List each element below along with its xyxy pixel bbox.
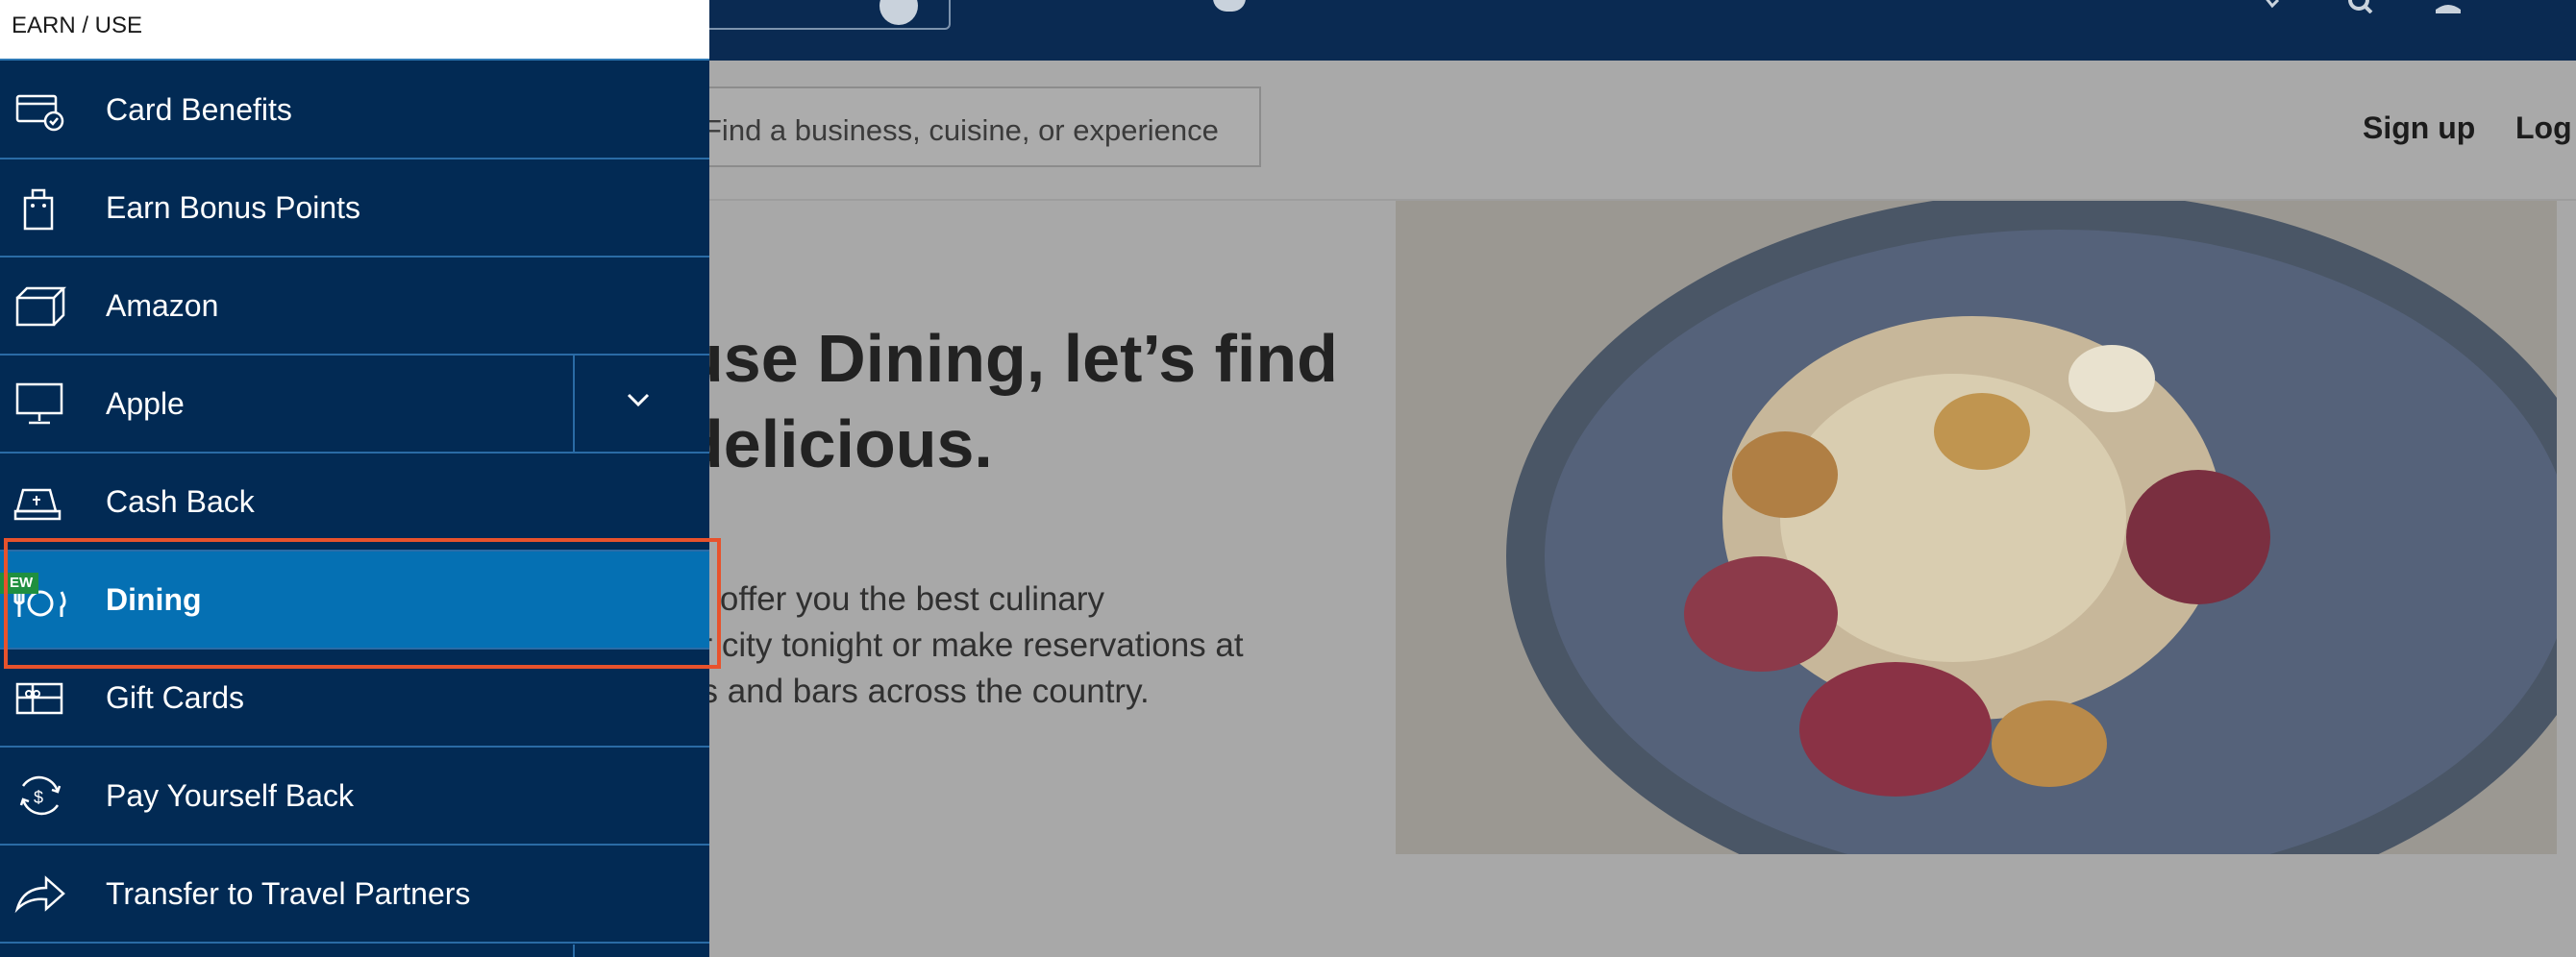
menu-item-apple[interactable]: Apple xyxy=(0,356,709,454)
hero-title: use Dining, let’s find delicious. xyxy=(682,321,1338,481)
cash-register-icon xyxy=(13,488,62,521)
svg-text:$: $ xyxy=(34,788,43,807)
next-item-divider xyxy=(573,945,575,957)
hero-description: to offer you the best culinary ur city t… xyxy=(682,580,1244,710)
share-arrow-icon xyxy=(14,875,65,914)
search-icon[interactable] xyxy=(2345,0,2378,13)
chevron-down-icon xyxy=(627,393,650,407)
menu-item-label: Gift Cards xyxy=(106,680,245,715)
menu-item-label: Card Benefits xyxy=(106,92,292,127)
menu-item-label: Transfer to Travel Partners xyxy=(106,876,471,911)
search-placeholder: Find a business, cuisine, or experience xyxy=(704,113,1219,147)
hero-food-image xyxy=(1396,201,2557,854)
menu-item-transfer-travel-partners[interactable]: Transfer to Travel Partners xyxy=(0,846,709,944)
shopping-bag-icon xyxy=(23,188,54,231)
menu-item-label: Cash Back xyxy=(106,484,255,519)
gift-card-icon xyxy=(15,682,63,715)
menu-item-label: Earn Bonus Points xyxy=(106,190,361,225)
menu-item-label: Amazon xyxy=(106,288,219,323)
sign-up-link[interactable]: Sign up xyxy=(2363,110,2475,146)
drawer-title: EARN / USE xyxy=(12,12,143,38)
earn-use-drawer: EARN / USE Card Benefits Earn Bonus Poin… xyxy=(0,0,709,957)
card-check-icon xyxy=(15,94,64,132)
profile-icon[interactable] xyxy=(2432,0,2465,13)
menu-item-label: Pay Yourself Back xyxy=(106,778,354,813)
menu-item-pay-yourself-back[interactable]: $ Pay Yourself Back xyxy=(0,748,709,846)
menu-item-earn-bonus-points[interactable]: Earn Bonus Points xyxy=(0,160,709,258)
nav-tool-icon[interactable] xyxy=(2259,0,2291,13)
menu-item-label: Apple xyxy=(106,386,185,421)
top-nav-logo[interactable] xyxy=(1213,0,1246,12)
menu-item-card-benefits[interactable]: Card Benefits xyxy=(0,61,709,160)
apple-expand-button[interactable] xyxy=(573,356,709,452)
hero-section: use Dining, let’s find delicious. to off… xyxy=(663,201,1394,854)
log-in-link[interactable]: Log xyxy=(2515,110,2572,146)
menu-item-cash-back[interactable]: Cash Back xyxy=(0,454,709,552)
menu-item-amazon[interactable]: Amazon xyxy=(0,258,709,356)
dollar-cycle-icon: $ xyxy=(19,775,62,816)
selection-highlight-box xyxy=(4,538,721,669)
monitor-icon xyxy=(15,382,63,425)
box-icon xyxy=(15,286,67,327)
drawer-header: EARN / USE xyxy=(0,0,709,61)
search-input[interactable]: Find a business, cuisine, or experience xyxy=(663,86,1261,167)
